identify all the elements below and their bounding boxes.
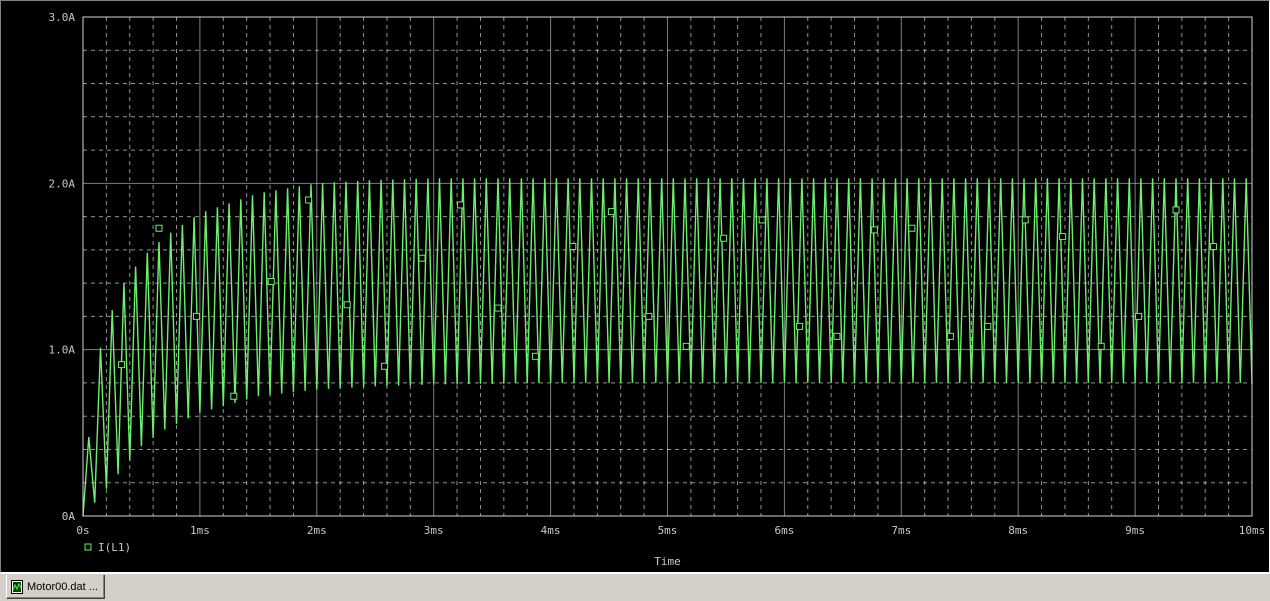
trace-marker <box>1059 233 1067 241</box>
trace-marker <box>796 322 804 330</box>
trace-marker <box>1209 243 1217 251</box>
trace-marker <box>381 362 389 370</box>
document-tab[interactable]: Motor00.dat ... <box>6 575 105 599</box>
x-tick-label: 7ms <box>891 524 911 537</box>
y-tick-label: 2.0A <box>49 177 76 190</box>
trace-marker <box>494 304 502 312</box>
trace-marker <box>607 208 615 216</box>
trace-marker <box>1021 216 1029 224</box>
x-tick-label: 0s <box>76 524 89 537</box>
waveform-file-icon <box>11 579 23 594</box>
y-tick-label: 1.0A <box>49 344 76 357</box>
plot-window[interactable]: 0A 1.0A 2.0A 3.0A 0s 1ms 2ms 3ms 4ms 5ms 6ms 7ms 8ms… <box>0 0 1270 573</box>
x-tick-label: 5ms <box>658 524 678 537</box>
trace-marker <box>418 254 426 262</box>
x-tick-label: 6ms <box>774 524 794 537</box>
y-tick-label: 0A <box>62 510 76 523</box>
legend-label: I(L1) <box>98 541 131 554</box>
trace-marker <box>1135 312 1143 320</box>
trace-marker <box>645 312 653 320</box>
trace-marker <box>1172 206 1180 214</box>
trace-marker <box>457 201 465 209</box>
x-tick-label: 3ms <box>424 524 444 537</box>
trace-marker <box>833 332 841 340</box>
trace-marker <box>1097 342 1105 350</box>
probe-plot: 0A 1.0A 2.0A 3.0A 0s 1ms 2ms 3ms 4ms 5ms 6ms 7ms 8ms… <box>49 11 1266 568</box>
trace-marker <box>908 224 916 232</box>
trace-marker <box>192 312 200 320</box>
x-tick-label: 8ms <box>1008 524 1028 537</box>
x-tick-label: 2ms <box>307 524 327 537</box>
trace-marker <box>305 196 313 204</box>
y-tick-label: 3.0A <box>49 11 76 24</box>
trace-marker <box>343 301 351 309</box>
trace-marker <box>870 226 878 234</box>
x-axis-label: Time <box>654 555 681 568</box>
x-tick-label: 4ms <box>541 524 561 537</box>
trace-marker <box>118 361 126 369</box>
x-tick-label: 10ms <box>1239 524 1266 537</box>
trace-marker <box>155 224 163 232</box>
trace-marker <box>984 322 992 330</box>
trace-marker <box>720 234 728 242</box>
x-tick-label: 9ms <box>1125 524 1145 537</box>
document-tab-label: Motor00.dat ... <box>27 580 98 593</box>
trace-marker <box>946 332 954 340</box>
x-tick-label: 1ms <box>190 524 210 537</box>
document-tab-bar: Motor00.dat ... <box>0 573 1270 601</box>
trace-marker <box>682 342 690 350</box>
trace-marker <box>569 243 577 251</box>
trace-marker <box>230 392 238 400</box>
legend-marker <box>84 543 92 551</box>
trace-marker <box>267 277 275 285</box>
trace-marker <box>758 216 766 224</box>
trace-marker <box>531 352 539 360</box>
